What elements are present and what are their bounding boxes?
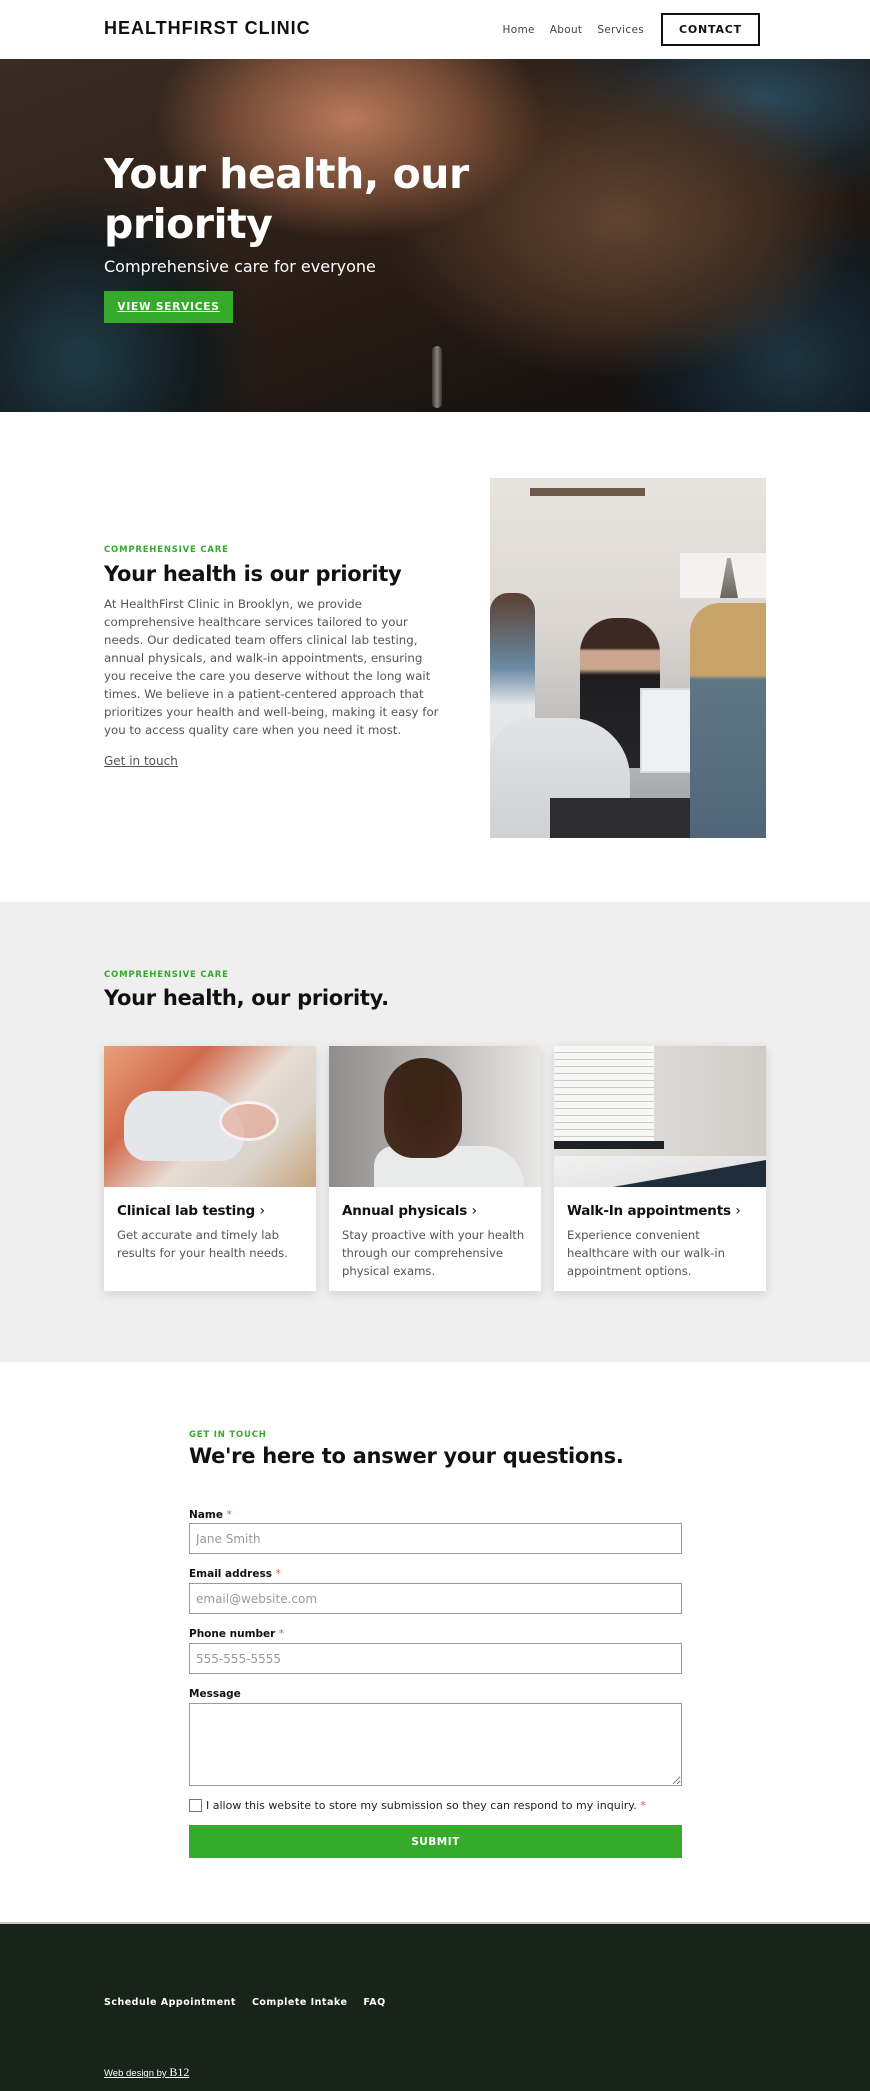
contact-title: We're here to answer your questions.	[189, 1444, 624, 1468]
hero-title: Your health, our priority	[104, 150, 469, 248]
required-asterisk: *	[279, 1628, 285, 1640]
service-card-title[interactable]: Annual physicals ›	[342, 1203, 528, 1219]
service-card-walk-in[interactable]: Walk-In appointments › Experience conven…	[554, 1046, 766, 1291]
hero-subtitle: Comprehensive care for everyone	[104, 257, 376, 276]
service-card-lab-testing[interactable]: Clinical lab testing › Get accurate and …	[104, 1046, 316, 1291]
submit-button[interactable]: SUBMIT	[189, 1825, 682, 1858]
message-textarea[interactable]	[189, 1703, 682, 1786]
required-asterisk: *	[640, 1799, 646, 1812]
service-card-description: Experience convenient healthcare with ou…	[567, 1228, 725, 1278]
nav-services[interactable]: Services	[597, 24, 644, 36]
main-nav: Home About Services CONTACT	[488, 13, 760, 46]
service-cards: Clinical lab testing › Get accurate and …	[104, 1046, 766, 1291]
hero-section: Your health, our priority Comprehensive …	[0, 59, 870, 412]
web-design-credit-link[interactable]: Web design by B12	[104, 2065, 189, 2080]
service-card-title[interactable]: Clinical lab testing ›	[117, 1203, 303, 1219]
service-card-description: Get accurate and timely lab results for …	[117, 1228, 288, 1260]
consent-text: I allow this website to store my submiss…	[206, 1799, 646, 1812]
nav-home[interactable]: Home	[503, 24, 535, 36]
name-label: Name *	[189, 1509, 232, 1521]
about-title: Your health is our priority	[104, 562, 402, 586]
get-in-touch-link[interactable]: Get in touch	[104, 754, 178, 768]
lab-petri-dish-image	[104, 1046, 316, 1187]
message-label: Message	[189, 1688, 241, 1700]
view-services-button[interactable]: VIEW SERVICES	[104, 291, 233, 323]
clinic-reception-image	[490, 478, 766, 838]
service-card-description: Stay proactive with your health through …	[342, 1228, 525, 1278]
required-asterisk: *	[275, 1568, 281, 1580]
site-header: HEALTHFIRST CLINIC Home About Services C…	[0, 0, 870, 59]
about-section: COMPREHENSIVE CARE Your health is our pr…	[0, 412, 870, 902]
phone-input[interactable]	[189, 1643, 682, 1674]
services-eyebrow: COMPREHENSIVE CARE	[104, 970, 229, 980]
b12-logo: B12	[169, 2065, 190, 2079]
about-body: At HealthFirst Clinic in Brooklyn, we pr…	[104, 597, 439, 737]
chevron-right-icon: ›	[259, 1203, 265, 1219]
footer-link-complete-intake[interactable]: Complete Intake	[252, 1997, 347, 2008]
required-asterisk: *	[226, 1509, 232, 1521]
consent-checkbox[interactable]	[189, 1799, 202, 1812]
site-footer: Schedule Appointment Complete Intake FAQ…	[0, 1922, 870, 2091]
contact-eyebrow: GET IN TOUCH	[189, 1430, 267, 1440]
name-input[interactable]	[189, 1523, 682, 1554]
footer-links: Schedule Appointment Complete Intake FAQ	[104, 1997, 402, 2008]
email-label: Email address *	[189, 1568, 281, 1580]
services-section: COMPREHENSIVE CARE Your health, our prio…	[0, 902, 870, 1362]
footer-link-faq[interactable]: FAQ	[363, 1997, 385, 2008]
consent-row: I allow this website to store my submiss…	[189, 1799, 646, 1812]
services-title: Your health, our priority.	[104, 986, 389, 1010]
about-eyebrow: COMPREHENSIVE CARE	[104, 545, 229, 555]
contact-button[interactable]: CONTACT	[661, 13, 760, 46]
contact-section: GET IN TOUCH We're here to answer your q…	[0, 1362, 870, 1922]
hero-background-image	[432, 346, 442, 408]
footer-link-schedule-appointment[interactable]: Schedule Appointment	[104, 1997, 236, 2008]
service-card-title[interactable]: Walk-In appointments ›	[567, 1203, 753, 1219]
email-input[interactable]	[189, 1583, 682, 1614]
chevron-right-icon: ›	[471, 1203, 478, 1219]
doctor-stethoscope-image	[329, 1046, 541, 1187]
exam-room-image	[554, 1046, 766, 1187]
chevron-right-icon: ›	[735, 1203, 741, 1219]
site-logo[interactable]: HEALTHFIRST CLINIC	[104, 18, 311, 39]
phone-label: Phone number *	[189, 1628, 285, 1640]
nav-about[interactable]: About	[550, 24, 583, 36]
service-card-annual-physicals[interactable]: Annual physicals › Stay proactive with y…	[329, 1046, 541, 1291]
